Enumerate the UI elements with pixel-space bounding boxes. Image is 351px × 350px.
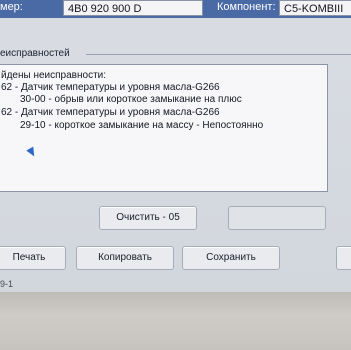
list-item: 62 - Датчик температуры и уровня масла-G… bbox=[1, 82, 220, 93]
list-item: йдены неисправности: bbox=[1, 70, 107, 81]
part-number-field: 4B0 920 900 D bbox=[63, 0, 203, 16]
monitor-bezel bbox=[0, 292, 351, 350]
faults-group-title: еисправностей bbox=[0, 48, 70, 59]
info-bar: мер: 4B0 920 900 D Компонент: C5-KOMBIII bbox=[0, 0, 351, 18]
part-number-label: мер: bbox=[0, 1, 23, 13]
list-item: 62 - Датчик температуры и уровня масла-G… bbox=[1, 107, 220, 118]
status-text: 9-1 bbox=[0, 279, 14, 289]
diagnostic-window: мер: 4B0 920 900 D Компонент: C5-KOMBIII… bbox=[0, 0, 351, 292]
component-label: Компонент: bbox=[217, 1, 276, 13]
blank-button[interactable] bbox=[228, 206, 326, 230]
save-button[interactable]: Сохранить bbox=[182, 246, 280, 270]
clear-faults-button[interactable]: Очистить - 05 bbox=[99, 206, 197, 230]
print-button[interactable]: Печать bbox=[0, 246, 66, 270]
group-divider bbox=[86, 54, 351, 55]
fault-list[interactable]: йдены неисправности: 62 - Датчик темпера… bbox=[0, 64, 328, 192]
component-field: C5-KOMBIII bbox=[279, 0, 351, 16]
copy-button[interactable]: Копировать bbox=[76, 246, 174, 270]
list-item: 30-00 - обрыв или короткое замыкание на … bbox=[20, 94, 242, 105]
list-item: 29-10 - короткое замыкание на массу - Не… bbox=[20, 120, 264, 131]
partial-button[interactable] bbox=[336, 246, 351, 270]
